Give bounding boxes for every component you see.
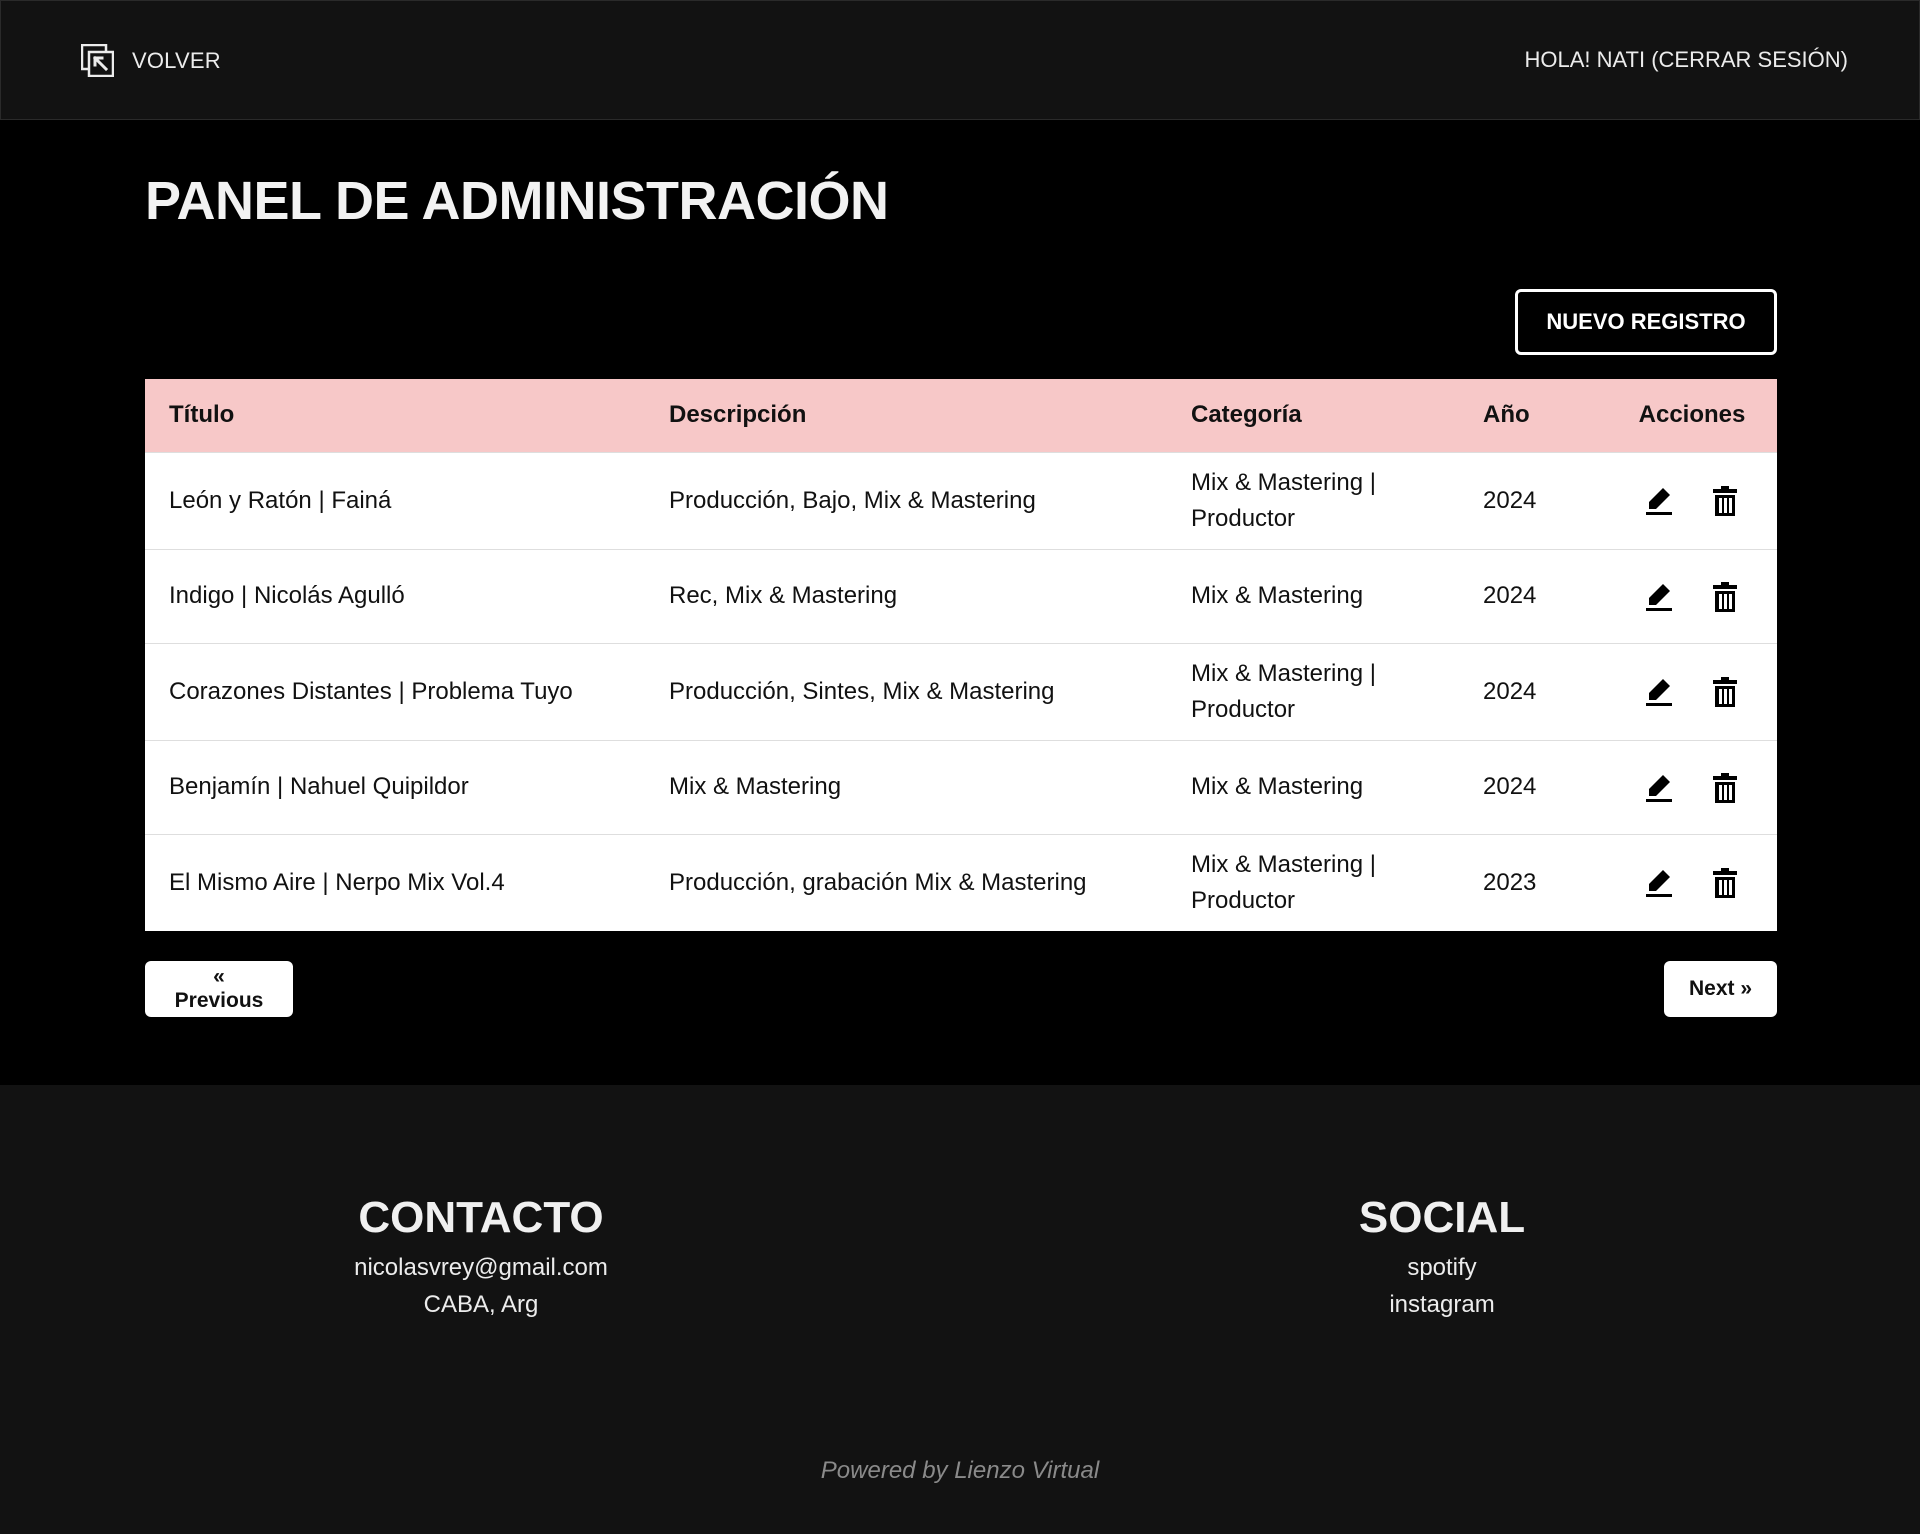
- records-table-container: Título Descripción Categoría Año Accione…: [145, 379, 1777, 931]
- column-header-year: Año: [1483, 401, 1530, 429]
- footer-social-section: SOCIAL spotify instagram: [1242, 1193, 1642, 1323]
- greeting-text: HOLA! NATI: [1524, 47, 1646, 72]
- spotify-link[interactable]: spotify: [1242, 1249, 1642, 1286]
- back-arrow-icon: [81, 44, 114, 77]
- cell-category: Mix & Mastering | Productor: [1167, 833, 1459, 931]
- cell-title: Benjamín | Nahuel Quipildor: [145, 739, 645, 834]
- previous-page-button[interactable]: « Previous: [145, 961, 293, 1017]
- pencil-icon: [1645, 583, 1672, 611]
- top-navbar: VOLVER HOLA! NATI (CERRAR SESIÓN): [0, 0, 1920, 120]
- instagram-link[interactable]: instagram: [1242, 1286, 1642, 1323]
- cell-title: Corazones Distantes | Problema Tuyo: [145, 642, 645, 740]
- logout-link[interactable]: (CERRAR SESIÓN): [1651, 47, 1848, 72]
- cell-actions: [1607, 833, 1777, 931]
- trash-icon: [1713, 677, 1738, 708]
- social-heading: SOCIAL: [1358, 1193, 1526, 1242]
- cell-actions: [1607, 642, 1777, 740]
- cell-category: Mix & Mastering: [1167, 548, 1459, 643]
- footer-contact-section: CONTACTO nicolasvrey@gmail.com CABA, Arg: [281, 1193, 681, 1323]
- next-page-button[interactable]: Next »: [1664, 961, 1777, 1017]
- back-label: VOLVER: [132, 47, 221, 73]
- edit-button[interactable]: [1643, 772, 1675, 804]
- delete-button[interactable]: [1709, 485, 1741, 517]
- table-row: León y Ratón | Fainá Producción, Bajo, M…: [145, 451, 1777, 549]
- contact-heading: CONTACTO: [358, 1193, 604, 1242]
- column-header-actions: Acciones: [1638, 401, 1746, 429]
- contact-email-link[interactable]: nicolasvrey@gmail.com: [281, 1249, 681, 1286]
- edit-button[interactable]: [1643, 867, 1675, 899]
- cell-actions: [1607, 739, 1777, 834]
- pencil-icon: [1645, 870, 1672, 898]
- table-row: El Mismo Aire | Nerpo Mix Vol.4 Producci…: [145, 833, 1777, 931]
- cell-description: Mix & Mastering: [645, 739, 1167, 834]
- cell-description: Producción, grabación Mix & Mastering: [645, 833, 1167, 931]
- delete-button[interactable]: [1709, 867, 1741, 899]
- cell-description: Producción, Bajo, Mix & Mastering: [645, 451, 1167, 549]
- pencil-icon: [1645, 774, 1672, 802]
- trash-icon: [1713, 486, 1738, 517]
- trash-icon: [1713, 868, 1738, 899]
- cell-title: El Mismo Aire | Nerpo Mix Vol.4: [145, 833, 645, 931]
- footer: CONTACTO nicolasvrey@gmail.com CABA, Arg…: [0, 1085, 1920, 1534]
- cell-actions: [1607, 548, 1777, 643]
- back-link[interactable]: VOLVER: [81, 44, 221, 77]
- user-greeting: HOLA! NATI (CERRAR SESIÓN): [1524, 47, 1848, 73]
- column-header-description: Descripción: [669, 401, 807, 429]
- records-table: Título Descripción Categoría Año Accione…: [145, 379, 1777, 931]
- edit-button[interactable]: [1643, 581, 1675, 613]
- column-header-title: Título: [169, 401, 235, 429]
- cell-year: 2024: [1459, 642, 1607, 740]
- cell-description: Producción, Sintes, Mix & Mastering: [645, 642, 1167, 740]
- delete-button[interactable]: [1709, 676, 1741, 708]
- delete-button[interactable]: [1709, 772, 1741, 804]
- edit-button[interactable]: [1643, 676, 1675, 708]
- table-row: Corazones Distantes | Problema Tuyo Prod…: [145, 642, 1777, 740]
- cell-year: 2023: [1459, 833, 1607, 931]
- cell-title: Indigo | Nicolás Agulló: [145, 548, 645, 643]
- edit-button[interactable]: [1643, 485, 1675, 517]
- cell-title: León y Ratón | Fainá: [145, 451, 645, 549]
- new-record-button[interactable]: NUEVO REGISTRO: [1515, 289, 1777, 355]
- cell-category: Mix & Mastering: [1167, 739, 1459, 834]
- pencil-icon: [1645, 488, 1672, 516]
- delete-button[interactable]: [1709, 581, 1741, 613]
- cell-year: 2024: [1459, 548, 1607, 643]
- cell-year: 2024: [1459, 739, 1607, 834]
- contact-location: CABA, Arg: [423, 1291, 539, 1318]
- pencil-icon: [1645, 679, 1672, 707]
- cell-category: Mix & Mastering | Productor: [1167, 642, 1459, 740]
- trash-icon: [1713, 772, 1738, 803]
- powered-by-credit: Powered by Lienzo Virtual: [820, 1457, 1100, 1484]
- table-row: Indigo | Nicolás Agulló Rec, Mix & Maste…: [145, 548, 1777, 643]
- table-row: Benjamín | Nahuel Quipildor Mix & Master…: [145, 739, 1777, 834]
- column-header-category: Categoría: [1191, 401, 1302, 429]
- page-title: PANEL DE ADMINISTRACIÓN: [145, 171, 889, 231]
- cell-description: Rec, Mix & Mastering: [645, 548, 1167, 643]
- table-header-row: Título Descripción Categoría Año Accione…: [145, 379, 1777, 452]
- trash-icon: [1713, 581, 1738, 612]
- cell-actions: [1607, 451, 1777, 549]
- cell-year: 2024: [1459, 451, 1607, 549]
- cell-category: Mix & Mastering | Productor: [1167, 451, 1459, 549]
